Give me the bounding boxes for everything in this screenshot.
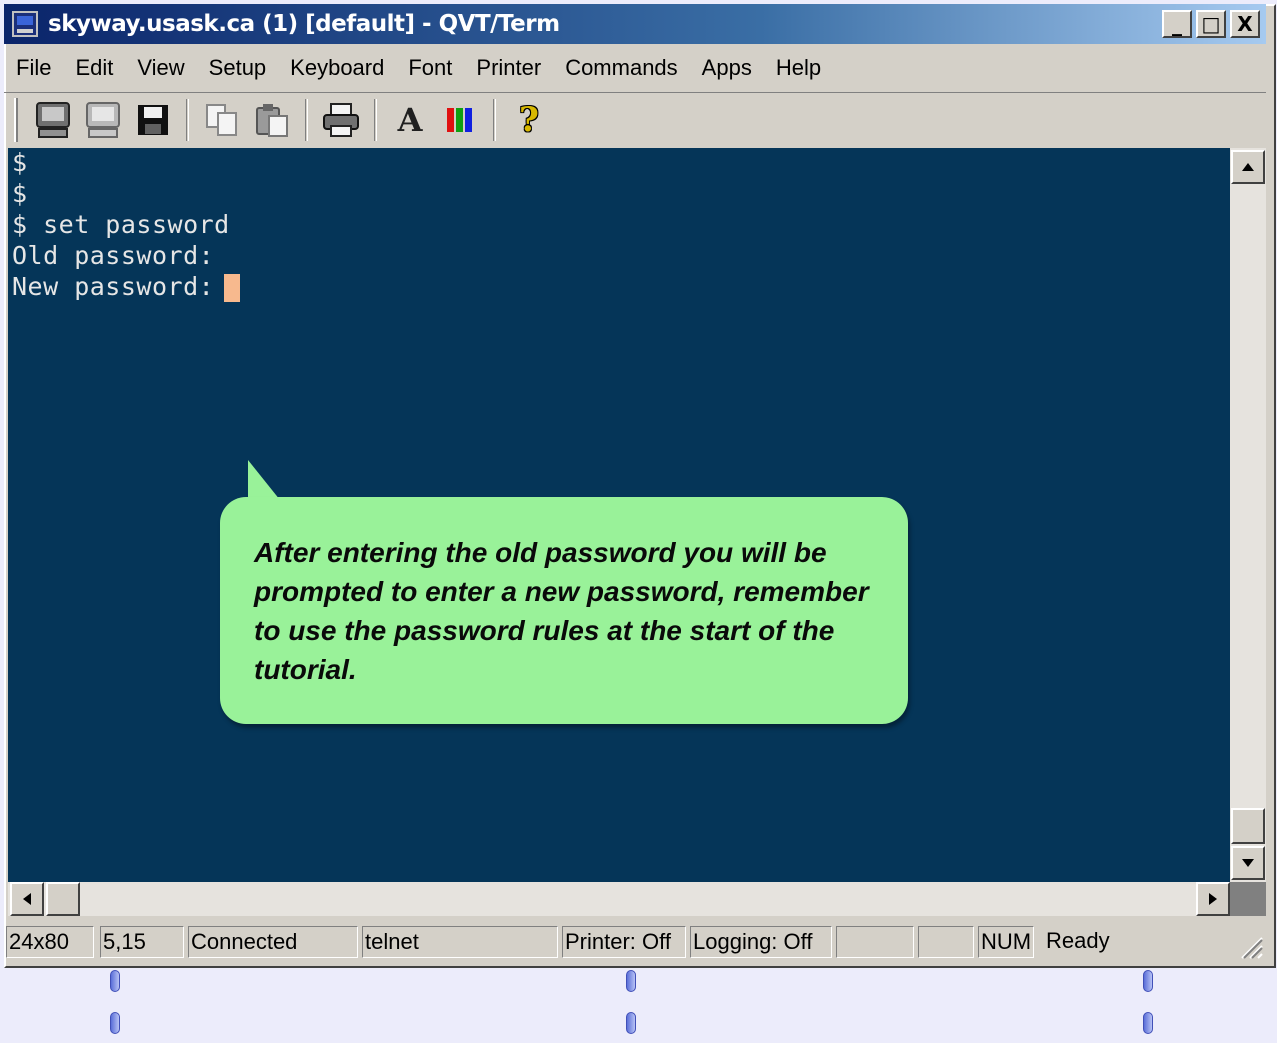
scroll-right-button[interactable] (1196, 882, 1230, 916)
tutorial-callout: After entering the old password you will… (220, 497, 908, 724)
font-icon[interactable]: A (388, 98, 432, 142)
horizontal-scrollbar[interactable] (8, 882, 1230, 916)
menu-bar: File Edit View Setup Keyboard Font Print… (4, 48, 1266, 88)
resize-grip-icon[interactable] (1236, 932, 1264, 960)
window-title: skyway.usask.ca (1) [default] - QVT/Term (48, 11, 560, 37)
scrollbar-corner (1230, 882, 1266, 916)
status-printer: Printer: Off (562, 926, 686, 958)
title-bar[interactable]: skyway.usask.ca (1) [default] - QVT/Term… (4, 4, 1266, 44)
toolbar-grip[interactable] (14, 97, 18, 142)
ruler-marker (626, 1012, 636, 1034)
menu-font[interactable]: Font (396, 55, 464, 81)
vertical-scrollbar[interactable] (1230, 148, 1266, 882)
status-protocol: telnet (362, 926, 558, 958)
scroll-left-button[interactable] (10, 882, 44, 916)
status-blank-panel (836, 926, 914, 958)
scroll-up-button[interactable] (1231, 150, 1265, 184)
ruler-marker (1143, 1012, 1153, 1034)
status-screen-size: 24x80 (6, 926, 94, 958)
callout-text: After entering the old password you will… (254, 537, 869, 685)
menu-setup[interactable]: Setup (197, 55, 279, 81)
menu-edit[interactable]: Edit (63, 55, 125, 81)
menu-printer[interactable]: Printer (464, 55, 553, 81)
toolbar: A ? (4, 92, 1266, 146)
status-cursor-position: 5,15 (100, 926, 184, 958)
menu-help[interactable]: Help (764, 55, 833, 81)
minimize-button[interactable]: _ (1162, 10, 1192, 38)
terminal-line: $ set password (12, 210, 230, 239)
print-icon[interactable] (319, 98, 363, 142)
horizontal-scroll-thumb[interactable] (46, 882, 80, 916)
status-bar: 24x80 5,15 Connected telnet Printer: Off… (4, 922, 1266, 962)
status-blank-panel (918, 926, 974, 958)
vertical-scroll-thumb[interactable] (1231, 808, 1265, 844)
terminal-cursor (224, 274, 240, 302)
close-button[interactable]: X (1230, 10, 1260, 38)
arrow-up-icon (1242, 163, 1254, 171)
menu-file[interactable]: File (4, 55, 63, 81)
scroll-down-button[interactable] (1231, 846, 1265, 880)
toolbar-separator (493, 98, 496, 141)
arrow-right-icon (1209, 893, 1217, 905)
terminal-screen[interactable]: $ $ $ set password Old password: New pas… (8, 148, 1230, 882)
ruler-marker (110, 970, 120, 992)
ruler-marker (626, 970, 636, 992)
ruler-marker (1143, 970, 1153, 992)
status-connection: Connected (188, 926, 358, 958)
terminal-line: $ (12, 179, 28, 208)
arrow-down-icon (1242, 859, 1254, 867)
menu-commands[interactable]: Commands (553, 55, 689, 81)
colors-icon[interactable] (438, 98, 482, 142)
help-icon[interactable]: ? (507, 98, 551, 142)
toolbar-separator (374, 98, 377, 141)
status-num-lock: NUM (978, 926, 1034, 958)
terminal-line: Old password: (12, 241, 215, 270)
paste-icon[interactable] (250, 98, 294, 142)
disconnect-icon[interactable] (81, 98, 125, 142)
save-icon[interactable] (131, 98, 175, 142)
toolbar-separator (186, 98, 189, 141)
ruler-marker (110, 1012, 120, 1034)
maximize-button[interactable]: □ (1196, 10, 1226, 38)
connect-icon[interactable] (31, 98, 75, 142)
status-ready: Ready (1046, 928, 1110, 953)
terminal-line: New password: (12, 272, 215, 301)
terminal-line: $ (12, 148, 28, 177)
menu-view[interactable]: View (125, 55, 196, 81)
copy-icon[interactable] (200, 98, 244, 142)
menu-keyboard[interactable]: Keyboard (278, 55, 396, 81)
status-logging: Logging: Off (690, 926, 832, 958)
slide-ruler-strip (0, 968, 1277, 1043)
menu-apps[interactable]: Apps (690, 55, 764, 81)
toolbar-separator (305, 98, 308, 141)
arrow-left-icon (23, 893, 31, 905)
app-icon[interactable] (12, 11, 38, 37)
